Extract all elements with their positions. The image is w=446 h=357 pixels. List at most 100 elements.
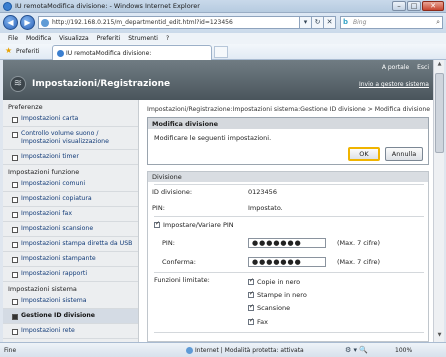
menu-view[interactable]: Visualizza (59, 33, 89, 44)
confirm-hint: (Max. 7 cifre) (337, 258, 381, 266)
menu-edit[interactable]: Modifica (26, 33, 51, 44)
restriction-scan[interactable]: Scansione (248, 303, 291, 312)
browser-tab[interactable]: IU remotaModifica divisione: (52, 45, 212, 60)
divider (154, 332, 424, 333)
sidebar-item[interactable]: Impostazioni timer (3, 150, 138, 165)
favorites-bar: ★ Preferiti IU remotaModifica divisione: (0, 44, 446, 60)
divider (154, 216, 424, 217)
copy-bw-checkbox[interactable] (248, 277, 254, 285)
sidebar: Preferenze Impostazioni carta Controllo vo… (3, 100, 139, 342)
dialog-message: Modificare le seguenti impostazioni. (154, 134, 272, 142)
scroll-up-icon[interactable]: ▲ (435, 61, 444, 70)
close-button[interactable]: ✕ (422, 1, 444, 11)
favorites-star-icon[interactable]: ★ (5, 46, 12, 55)
address-input[interactable]: http://192.168.0.215/m_departmentid_edit… (38, 16, 300, 29)
search-input[interactable]: b Bing ⌕ (340, 16, 443, 29)
scroll-down-icon[interactable]: ▼ (435, 332, 444, 341)
pin-input[interactable]: ●●●●●●● (248, 238, 326, 248)
menu-help[interactable]: ? (166, 33, 169, 44)
mail-to-admin-link[interactable]: Invio a gestore sistema (359, 81, 429, 88)
set-pin-checkbox[interactable] (154, 220, 160, 228)
maximize-button[interactable]: □ (407, 1, 421, 11)
confirm-pin-input[interactable]: ●●●●●●● (248, 257, 326, 267)
page-content: A portale Esci ≋ Impostazioni/Registrazi… (3, 60, 433, 342)
security-zone: Internet | Modalità protetta: attivata (195, 347, 304, 354)
sidebar-section-title: Impostazioni funzione (8, 168, 80, 176)
division-id-label: ID divisione: (152, 188, 193, 196)
back-button[interactable]: ◀ (3, 15, 18, 30)
sidebar-item[interactable]: Impostazioni fax (3, 207, 138, 222)
sidebar-item[interactable]: Controllo volume suono / Impostazioni vi… (3, 127, 138, 150)
address-dropdown-icon[interactable]: ▾ (300, 16, 312, 29)
sidebar-item[interactable]: Gestione ID divisione (3, 309, 138, 324)
search-icon[interactable]: ⌕ (436, 18, 440, 27)
dialog-title: Modifica divisione (148, 118, 428, 129)
restriction-fax[interactable]: Fax (248, 317, 268, 326)
status-tools-icon[interactable]: ⚙ ▾ 🔍 (345, 346, 368, 354)
sidebar-item[interactable]: Impostazioni sistema (3, 294, 138, 309)
new-tab-button[interactable] (214, 46, 228, 58)
address-tools: ▾ ↻ ✕ (300, 16, 336, 29)
menu-file[interactable]: File (8, 33, 18, 44)
sidebar-item[interactable]: Impostazioni stampa diretta da USB (3, 237, 138, 252)
breadcrumb: Impostazioni/Registrazione:Impostazioni … (147, 106, 431, 113)
favorites-button[interactable]: Preferiti (16, 48, 40, 55)
division-section: Divisione ID divisione: 0123456 PIN: Imp… (147, 171, 429, 342)
restriction-print-bw[interactable]: Stampe in nero (248, 290, 307, 299)
menu-tools[interactable]: Strumenti (128, 33, 158, 44)
refresh-icon[interactable]: ↻ (312, 16, 324, 29)
header-banner: A portale Esci ≋ Impostazioni/Registrazi… (3, 60, 433, 100)
portal-link[interactable]: A portale (382, 64, 409, 71)
zoom-level[interactable]: 100% (395, 347, 412, 354)
sidebar-item[interactable]: Impostazioni stampante (3, 252, 138, 267)
scrollbar-thumb[interactable] (435, 73, 444, 153)
set-pin-option[interactable]: Impostare/Variare PIN (154, 220, 234, 229)
internet-zone-icon (186, 347, 193, 354)
address-bar-row: ◀ ▶ http://192.168.0.215/m_departmentid_… (0, 13, 446, 33)
window-title: IU remotaModifica divisione: - Windows I… (15, 2, 200, 10)
tab-icon (57, 50, 64, 57)
fax-label: Fax (257, 318, 268, 326)
page-title: Impostazioni/Registrazione (32, 79, 171, 89)
fax-checkbox[interactable] (248, 317, 254, 325)
pin-field-label: PIN: (162, 239, 175, 247)
sidebar-section-title: Impostazioni sistema (8, 285, 77, 293)
status-text: Fine (4, 347, 17, 354)
division-section-title: Divisione (148, 172, 428, 182)
vertical-scrollbar[interactable]: ▲ ▼ (433, 60, 444, 342)
menu-favorites[interactable]: Preferiti (97, 33, 121, 44)
pin-hint: (Max. 7 cifre) (337, 239, 381, 247)
status-bar: Fine Internet | Modalità protetta: attiv… (0, 342, 446, 357)
pin-status-label: PIN: (152, 204, 165, 212)
tab-title: IU remotaModifica divisione: (66, 50, 152, 57)
scan-label: Scansione (257, 304, 291, 312)
restricted-functions-label: Funzioni limitate: (154, 276, 210, 284)
scan-checkbox[interactable] (248, 303, 254, 311)
main-panel: Impostazioni/Registrazione:Impostazioni … (143, 100, 433, 342)
ok-button[interactable]: OK (348, 147, 380, 161)
cancel-button[interactable]: Annulla (385, 147, 423, 161)
search-placeholder: Bing (353, 19, 367, 26)
sidebar-item[interactable]: Impostazioni rete (3, 324, 138, 339)
restriction-copy-bw[interactable]: Copie in nero (248, 277, 300, 286)
forward-button[interactable]: ▶ (20, 15, 35, 30)
pin-status-value: Impostato. (248, 204, 283, 212)
divider (154, 184, 424, 185)
edit-division-dialog: Modifica divisione Modificare le seguent… (147, 117, 429, 165)
print-bw-checkbox[interactable] (248, 290, 254, 298)
sidebar-item[interactable]: Impostazioni scansione (3, 222, 138, 237)
logout-link[interactable]: Esci (417, 64, 429, 71)
sidebar-item[interactable]: Impostazioni carta (3, 112, 138, 127)
sidebar-item[interactable]: Impostazioni comuni (3, 177, 138, 192)
sidebar-item[interactable]: Impostazioni rapporti (3, 267, 138, 282)
settings-logo-icon: ≋ (10, 76, 26, 92)
minimize-button[interactable]: – (392, 1, 406, 11)
menu-bar: File Modifica Visualizza Preferiti Strum… (0, 33, 446, 44)
window-controls: – □ ✕ (392, 1, 444, 11)
top-links: A portale Esci (376, 64, 429, 71)
stop-icon[interactable]: ✕ (324, 16, 336, 29)
divider (154, 272, 424, 273)
set-pin-label: Impostare/Variare PIN (163, 221, 234, 229)
confirm-label: Conferma: (162, 258, 196, 266)
sidebar-item[interactable]: Impostazioni copiatura (3, 192, 138, 207)
